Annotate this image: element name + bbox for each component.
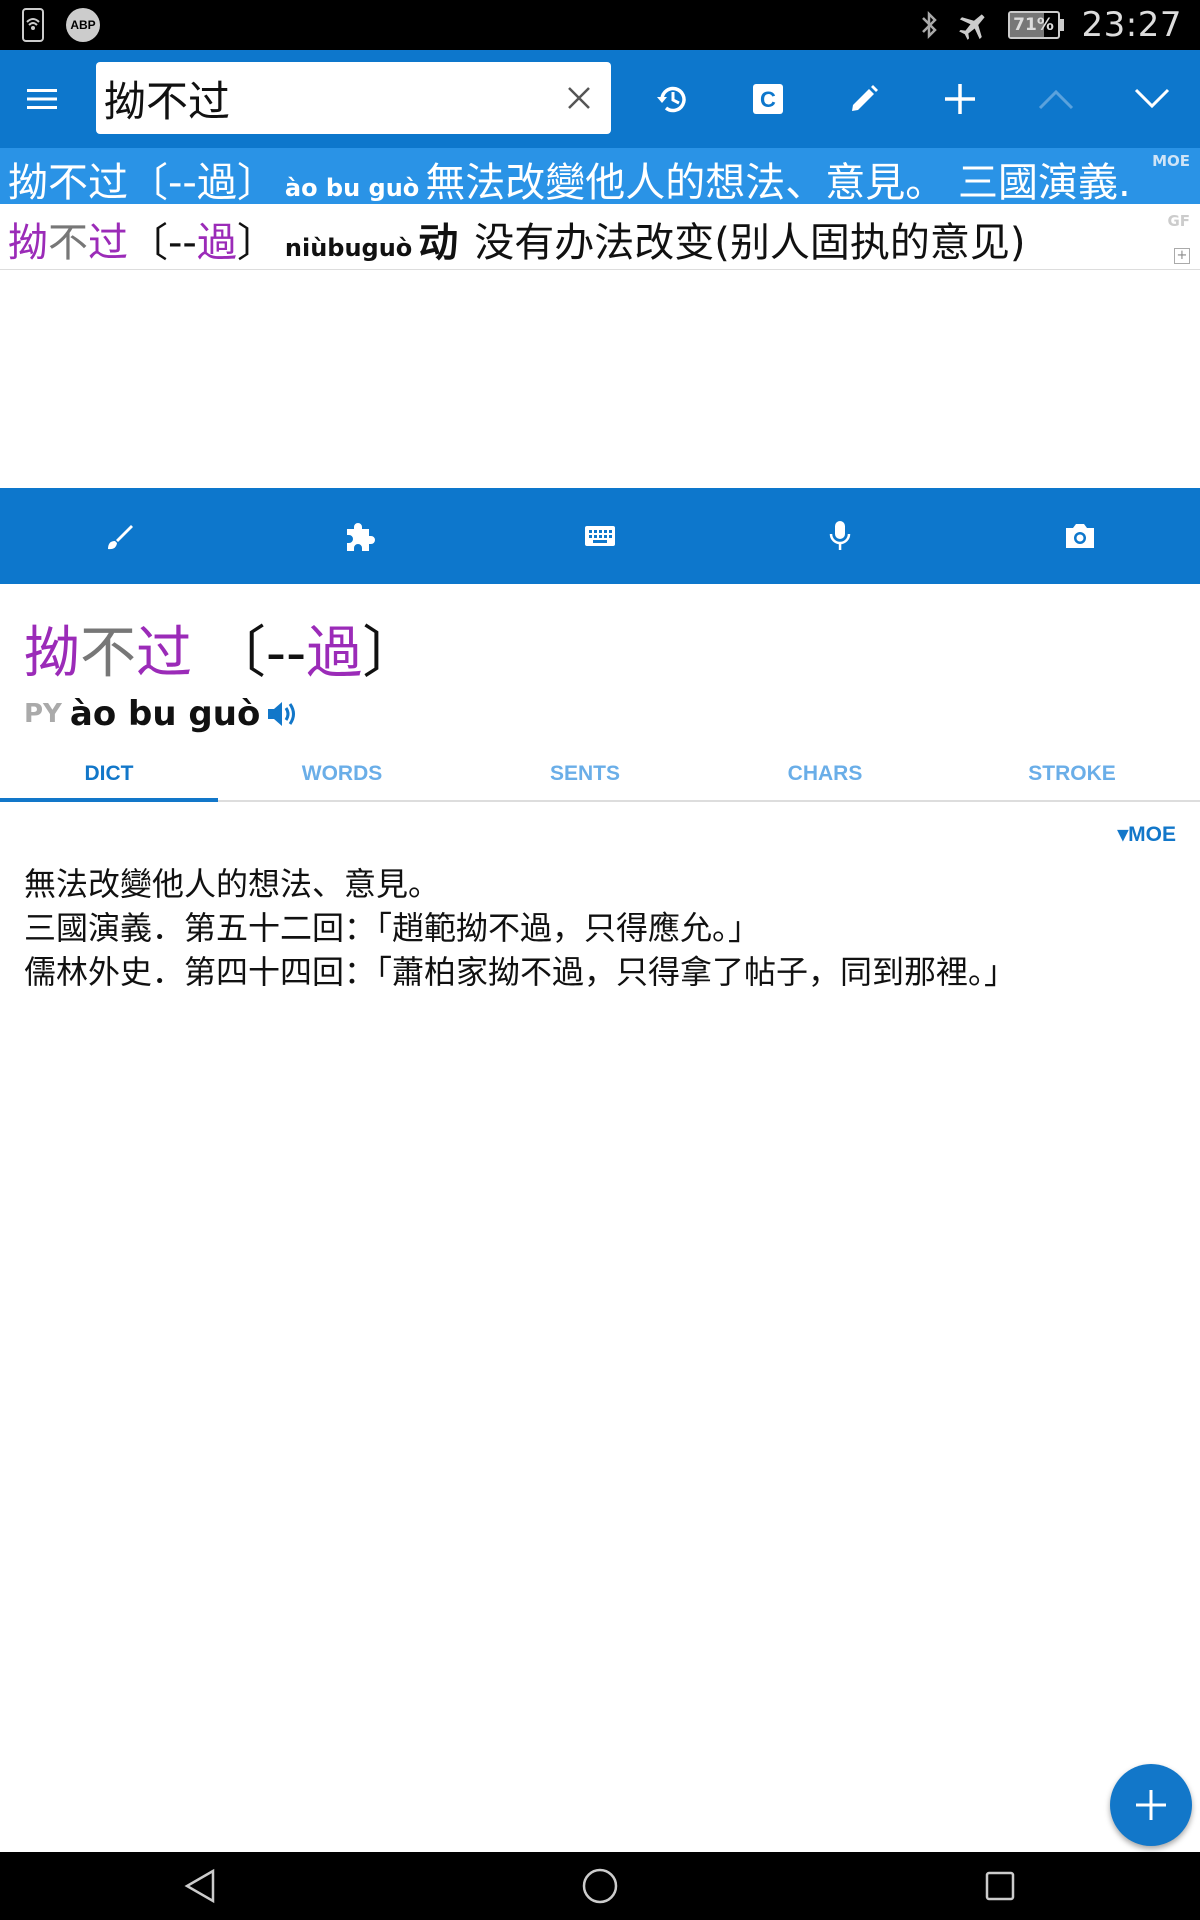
example-line: 三國演義．第五十二回：「趙範拗不過，只得應允。」 — [24, 909, 761, 947]
result-trad-char: 過 — [196, 220, 237, 266]
entry-trad-char[interactable]: 過 — [306, 621, 362, 686]
result-trad-close: 〕 — [236, 160, 277, 204]
result-definition: 無法改變他人的想法、意見。 三國演義. — [425, 160, 1131, 204]
clear-search-button[interactable] — [561, 80, 597, 116]
battery-icon: 71% — [1007, 11, 1064, 39]
definition-line: 無法改變他人的想法、意見。 — [24, 865, 441, 903]
add-flashcard-button[interactable] — [1110, 1764, 1192, 1846]
edit-button[interactable] — [824, 50, 904, 148]
handwriting-icon — [104, 520, 136, 552]
entry-pinyin-row: PY ào bu guò — [24, 694, 300, 734]
result-trad-char: 過 — [196, 160, 237, 204]
result-definition: 没有办法改变(别人固执的意见) — [474, 220, 1026, 266]
bluetooth-icon — [920, 10, 940, 40]
previous-button[interactable] — [1016, 50, 1096, 148]
example-line: 儒林外史．第四十四回：「蕭柏家拗不過，只得拿了帖子，同到那裡。」 — [24, 953, 1017, 991]
wifi-phone-icon — [22, 8, 44, 42]
result-trad-close: 〕 — [236, 220, 277, 266]
airplane-icon — [958, 9, 990, 41]
result-pinyin: niùbuguò — [284, 234, 413, 262]
next-button[interactable] — [1112, 50, 1192, 148]
menu-button[interactable] — [2, 50, 82, 148]
part-of-speech: 动 — [418, 220, 459, 266]
svg-text:C: C — [760, 87, 776, 112]
clipboard-button[interactable]: C — [728, 50, 808, 148]
back-icon — [183, 1868, 217, 1904]
tab-dict[interactable]: DICT — [0, 752, 218, 802]
history-icon — [654, 81, 690, 117]
entry-char-1[interactable]: 拗 — [24, 621, 80, 686]
plugin-button[interactable] — [240, 488, 480, 584]
result-char-1: 拗 — [8, 220, 48, 266]
tab-sents[interactable]: SENTS — [480, 752, 690, 802]
navigation-bar — [0, 1852, 1200, 1920]
home-icon — [581, 1867, 619, 1905]
recents-icon — [984, 1870, 1016, 1902]
microphone-button[interactable] — [720, 488, 960, 584]
microphone-icon — [828, 519, 852, 553]
clear-icon — [567, 86, 591, 110]
back-button[interactable] — [150, 1852, 250, 1920]
entry-pinyin: ào bu guò — [69, 694, 261, 734]
menu-icon — [27, 87, 57, 111]
expand-button[interactable]: + — [1174, 248, 1190, 264]
search-input[interactable] — [104, 62, 544, 134]
definition-text: 無法改變他人的想法、意見。 三國演義．第五十二回：「趙範拗不過，只得應允。」 儒… — [24, 862, 1016, 994]
plugin-icon — [343, 519, 377, 553]
camera-icon — [1063, 521, 1097, 551]
entry-trad-open: 〔-- — [209, 621, 307, 686]
entry-trad-close: 〕 — [362, 621, 419, 686]
entry-char-2[interactable]: 不 — [80, 621, 136, 686]
result-trad-open: 〔-- — [128, 220, 197, 266]
entry-headword: 拗不过 〔--過〕 — [24, 608, 418, 689]
result-headword: 拗不过 — [8, 160, 128, 204]
entry-char-3[interactable]: 过 — [136, 621, 192, 686]
tab-words[interactable]: WORDS — [236, 752, 448, 802]
result-trad-open: 〔-- — [128, 160, 197, 204]
add-icon — [1134, 1788, 1168, 1822]
status-clock: 23:27 — [1081, 5, 1182, 45]
app-toolbar: C — [0, 50, 1200, 148]
tab-stroke[interactable]: STROKE — [964, 752, 1180, 802]
result-pinyin: ào bu guò — [284, 174, 420, 202]
add-button[interactable] — [920, 50, 1000, 148]
clipboard-icon: C — [752, 83, 784, 115]
keyboard-icon — [584, 524, 616, 548]
prev-icon — [1038, 88, 1074, 110]
adblock-icon: ABP — [66, 8, 100, 42]
add-icon — [943, 82, 977, 116]
active-tab-indicator — [0, 798, 218, 802]
source-tag: GF — [1167, 212, 1190, 230]
tab-chars[interactable]: CHARS — [720, 752, 930, 802]
entry-tabs: DICT WORDS SENTS CHARS STROKE — [0, 752, 1200, 802]
speaker-icon[interactable] — [266, 699, 300, 729]
result-row-moe[interactable]: 拗不过 〔-- 過 〕 ào bu guò 無法改變他人的想法、意見。 三國演義… — [0, 148, 1200, 204]
keyboard-button[interactable] — [480, 488, 720, 584]
camera-button[interactable] — [960, 488, 1200, 584]
source-tag: MOE — [1152, 152, 1190, 170]
status-bar: ABP 71% 23:27 — [0, 0, 1200, 50]
source-toggle[interactable]: ▾MOE — [1118, 822, 1176, 847]
home-button[interactable] — [550, 1852, 650, 1920]
history-button[interactable] — [632, 50, 712, 148]
edit-icon — [848, 83, 880, 115]
result-char-3: 过 — [88, 220, 128, 266]
pinyin-label: PY — [24, 699, 62, 729]
input-methods-bar — [0, 488, 1200, 584]
next-icon — [1134, 88, 1170, 110]
result-char-2: 不 — [48, 220, 88, 266]
battery-percent: 71% — [1013, 15, 1054, 35]
search-box — [96, 62, 611, 134]
result-row-gf[interactable]: 拗 不 过 〔-- 過 〕 niùbuguò 动 没有办法改变(别人固执的意见)… — [0, 204, 1200, 270]
recents-button[interactable] — [950, 1852, 1050, 1920]
handwriting-button[interactable] — [0, 488, 240, 584]
